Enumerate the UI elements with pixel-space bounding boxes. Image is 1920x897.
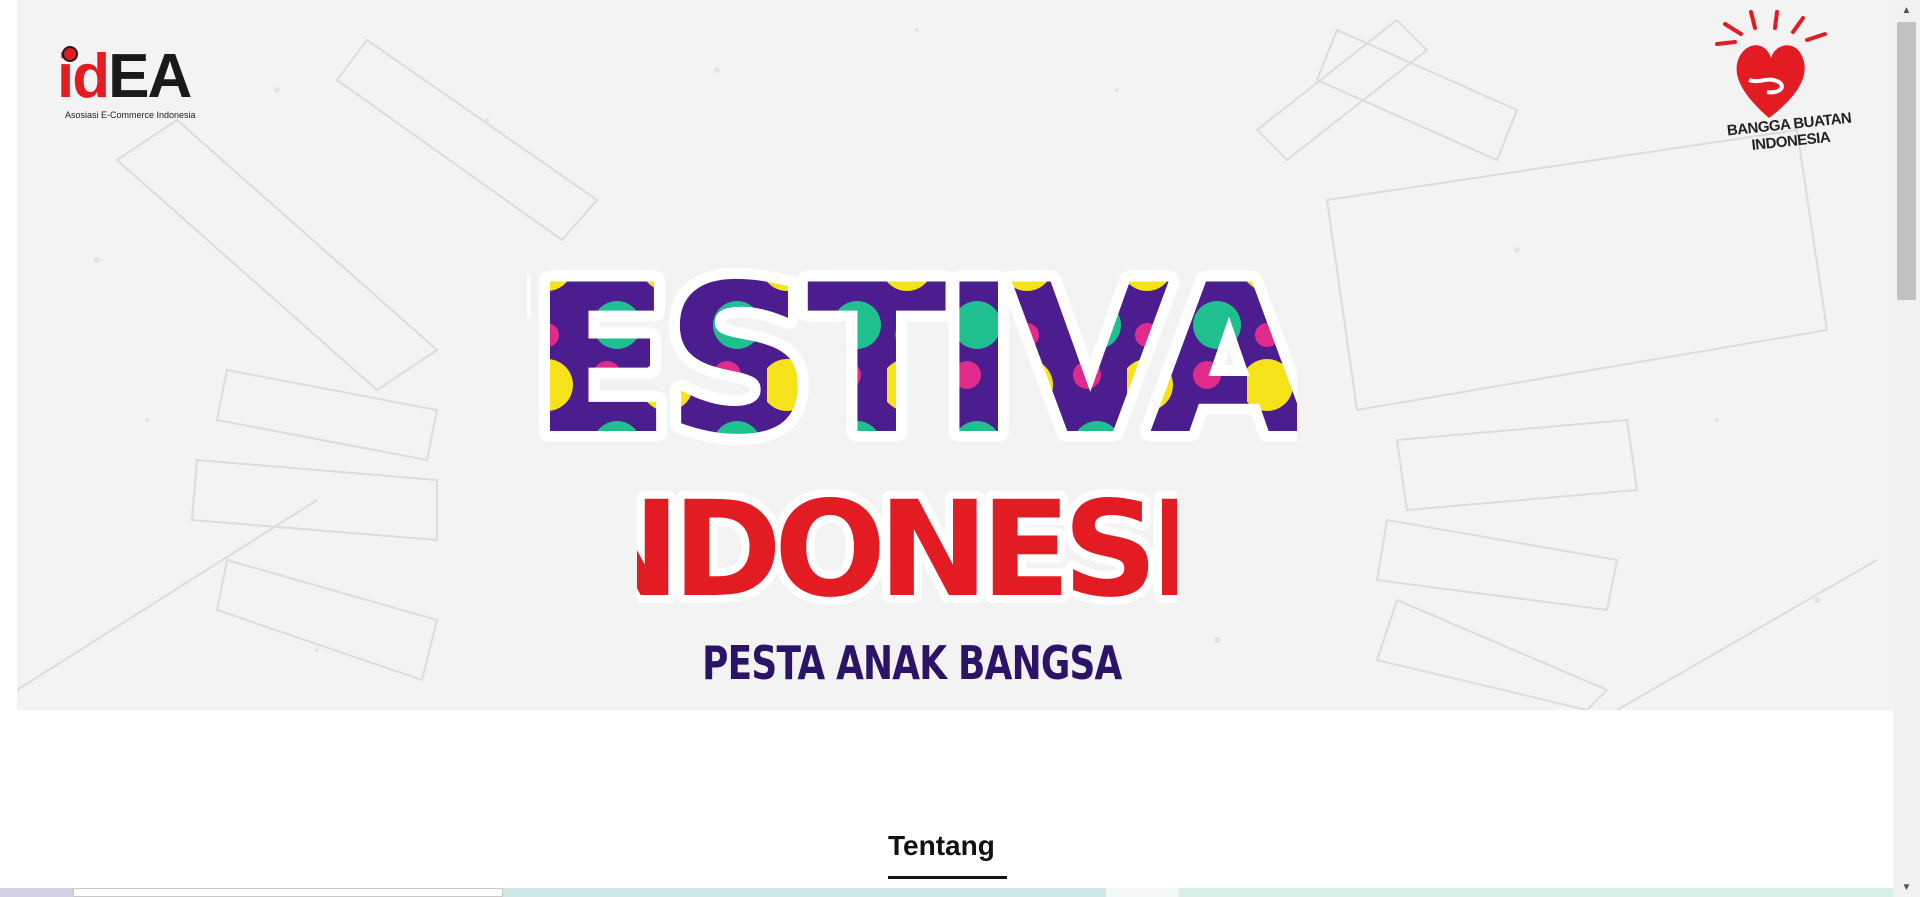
vertical-scrollbar[interactable]: ▲ ▼	[1893, 0, 1920, 897]
section-title-tentang: Tentang	[888, 830, 995, 861]
card-preview[interactable]	[73, 888, 503, 897]
card-preview	[1179, 888, 1893, 897]
scroll-down-arrow-icon[interactable]: ▼	[1893, 877, 1920, 897]
section-title-underline	[888, 876, 1007, 879]
festival-indonesia-logo: FESTIVAL FESTIVAL INDONESIA INDONESIA PE…	[527, 235, 1297, 705]
page: idEA Asosiasi E-Commerce Indonesia BANGG…	[0, 0, 1920, 897]
festival-word: FESTIVAL FESTIVAL	[527, 235, 1297, 465]
svg-text:FESTIVAL: FESTIVAL	[527, 242, 1297, 465]
hero-banner: idEA Asosiasi E-Commerce Indonesia BANGG…	[17, 0, 1893, 710]
card-preview	[503, 888, 1106, 897]
card-preview	[1106, 888, 1179, 897]
svg-text:INDONESIA: INDONESIA	[637, 473, 1177, 615]
festival-tagline-text: PESTA ANAK BANGSA	[702, 636, 1122, 690]
card-preview	[0, 888, 73, 897]
idea-logo-dot-icon	[62, 46, 78, 62]
bangga-buatan-indonesia-heart-icon	[1715, 10, 1827, 118]
indonesia-word: INDONESIA INDONESIA	[637, 465, 1177, 615]
content-cards-preview	[0, 888, 1893, 897]
festival-tagline: PESTA ANAK BANGSA	[632, 633, 1192, 693]
idea-logo[interactable]: idEA Asosiasi E-Commerce Indonesia	[57, 42, 237, 122]
idea-logo-tagline: Asosiasi E-Commerce Indonesia	[65, 110, 196, 120]
scrollbar-thumb[interactable]	[1897, 22, 1916, 300]
bangga-buatan-indonesia-logo[interactable]: BANGGA BUATAN INDONESIA	[1707, 10, 1867, 160]
scroll-up-arrow-icon[interactable]: ▲	[1893, 0, 1920, 20]
